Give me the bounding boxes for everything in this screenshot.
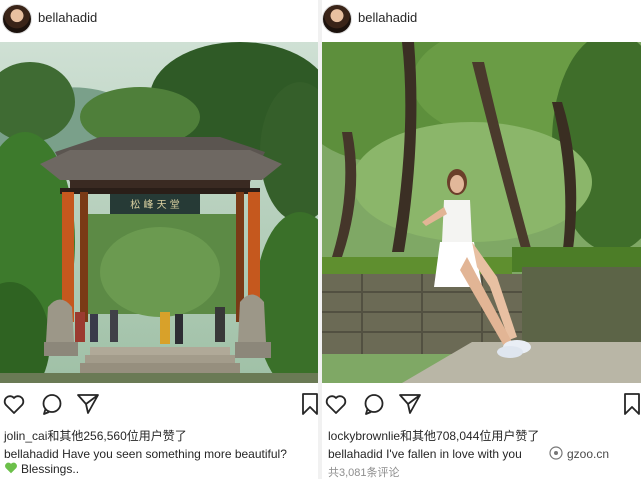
username[interactable]: bellahadid — [38, 10, 97, 25]
post-right: bellahadid lockybrownlie和其他708,044位用户赞了 … — [322, 0, 641, 479]
forest-photo — [322, 42, 641, 383]
caption-blessings: Blessings.. — [21, 462, 80, 476]
caption: bellahadid Have you seen something more … — [4, 446, 316, 462]
comment-icon[interactable] — [362, 392, 386, 416]
caption-line-2: Blessings.. — [4, 462, 79, 476]
avatar[interactable] — [322, 4, 352, 34]
action-bar — [322, 392, 641, 418]
bookmark-icon[interactable] — [298, 392, 318, 416]
heart-icon[interactable] — [324, 392, 348, 416]
heart-icon[interactable] — [2, 392, 26, 416]
username[interactable]: bellahadid — [358, 10, 417, 25]
caption-text: Have you seen something more beautiful? — [62, 447, 287, 461]
post-header: bellahadid — [322, 0, 641, 40]
share-icon[interactable] — [398, 392, 422, 416]
share-icon[interactable] — [76, 392, 100, 416]
bookmark-icon[interactable] — [620, 392, 641, 416]
caption-text: I've fallen in love with you — [386, 447, 522, 461]
post-photo[interactable] — [322, 42, 641, 383]
likes-count[interactable]: lockybrownlie和其他708,044位用户赞了 — [328, 427, 539, 444]
post-header: bellahadid — [0, 0, 318, 40]
post-left: bellahadid 松 峰 天 堂 jolin_cai和其他256,560位用… — [0, 0, 318, 479]
avatar[interactable] — [2, 4, 32, 34]
view-comments-link[interactable]: 共3,081条评论 — [328, 464, 400, 479]
watermark-logo-icon — [549, 446, 563, 460]
green-heart-emoji — [5, 462, 17, 474]
watermark-text: gzoo.cn — [567, 447, 610, 461]
likes-count[interactable]: jolin_cai和其他256,560位用户赞了 — [4, 427, 187, 444]
post-photo[interactable]: 松 峰 天 堂 — [0, 42, 318, 383]
watermark: gzoo.cn — [541, 442, 641, 466]
comment-icon[interactable] — [40, 392, 64, 416]
caption-username[interactable]: bellahadid — [4, 447, 59, 461]
pavilion-photo: 松 峰 天 堂 — [0, 42, 318, 383]
action-bar — [0, 392, 318, 418]
pavilion-sign: 松 峰 天 堂 — [130, 198, 180, 211]
caption-username[interactable]: bellahadid — [328, 447, 383, 461]
